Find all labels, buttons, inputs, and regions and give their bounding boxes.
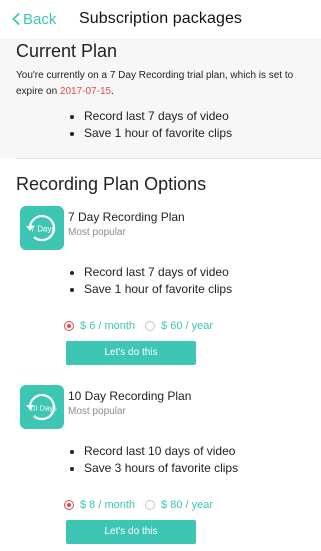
subscribe-button[interactable]: Let's do this <box>66 520 196 544</box>
page-title: Subscription packages <box>78 10 243 27</box>
feature-item: Save 3 hours of favorite clips <box>70 460 238 477</box>
price-options: $ 8 / month $ 80 / year <box>64 498 213 512</box>
plan-subtitle: Most popular <box>68 406 126 417</box>
options-heading: Recording Plan Options <box>16 174 207 194</box>
history-clock-icon: 10 Days <box>26 394 57 421</box>
feature-item: Record last 10 days of video <box>70 443 238 460</box>
plan-name: 10 Day Recording Plan <box>68 389 192 403</box>
recording-plan-icon: 7 Days <box>20 206 64 250</box>
plan-subtitle: Most popular <box>68 227 126 238</box>
description-text: You're currently on a 7 Day Recording tr… <box>16 70 294 97</box>
subscription-screen: Back Subscription packages Current Plan … <box>0 0 321 551</box>
plan-name: 7 Day Recording Plan <box>68 210 185 224</box>
plan-card-7-day: 7 Days 7 Day Recording Plan Most popular… <box>0 206 321 386</box>
feature-item: Save 1 hour of favorite clips <box>70 281 232 298</box>
section-divider <box>16 158 321 159</box>
current-plan-section: Current Plan You're currently on a 7 Day… <box>0 38 321 158</box>
monthly-radio[interactable] <box>64 321 74 331</box>
yearly-radio[interactable] <box>145 321 156 331</box>
history-clock-icon: 7 Days <box>26 215 56 242</box>
recording-plan-icon: 10 Days <box>20 385 64 429</box>
icon-label: 10 Days <box>29 404 57 413</box>
monthly-price: $ 6 / month <box>80 320 136 332</box>
current-plan-features: Record last 7 days of video Save 1 hour … <box>70 108 232 142</box>
monthly-radio[interactable] <box>64 500 74 510</box>
monthly-price-option[interactable]: $ 6 / month <box>64 320 135 332</box>
yearly-price-option[interactable]: $ 80 / year <box>145 499 213 511</box>
plan-features: Record last 10 days of video Save 3 hour… <box>70 443 238 477</box>
icon-label: 7 Days <box>31 225 56 234</box>
feature-item: Save 1 hour of favorite clips <box>70 125 232 142</box>
yearly-price: $ 80 / year <box>161 499 214 511</box>
nav-bar: Back Subscription packages <box>0 0 321 38</box>
feature-item: Record last 7 days of video <box>70 264 232 281</box>
monthly-price-option[interactable]: $ 8 / month <box>64 499 135 511</box>
description-end: . <box>111 86 114 97</box>
expiry-date: 2017-07-15 <box>59 86 112 97</box>
subscribe-button[interactable]: Let's do this <box>66 341 196 365</box>
current-plan-description: You're currently on a 7 Day Recording tr… <box>16 68 319 100</box>
yearly-radio[interactable] <box>145 500 156 510</box>
plan-card-10-day: 10 Days 10 Day Recording Plan Most popul… <box>0 385 321 551</box>
current-plan-heading: Current Plan <box>16 41 118 61</box>
yearly-price-option[interactable]: $ 60 / year <box>145 320 213 332</box>
plan-features: Record last 7 days of video Save 1 hour … <box>70 264 232 298</box>
feature-item: Record last 7 days of video <box>70 108 232 125</box>
yearly-price: $ 60 / year <box>161 320 214 332</box>
price-options: $ 6 / month $ 60 / year <box>64 319 213 333</box>
monthly-price: $ 8 / month <box>80 499 136 511</box>
